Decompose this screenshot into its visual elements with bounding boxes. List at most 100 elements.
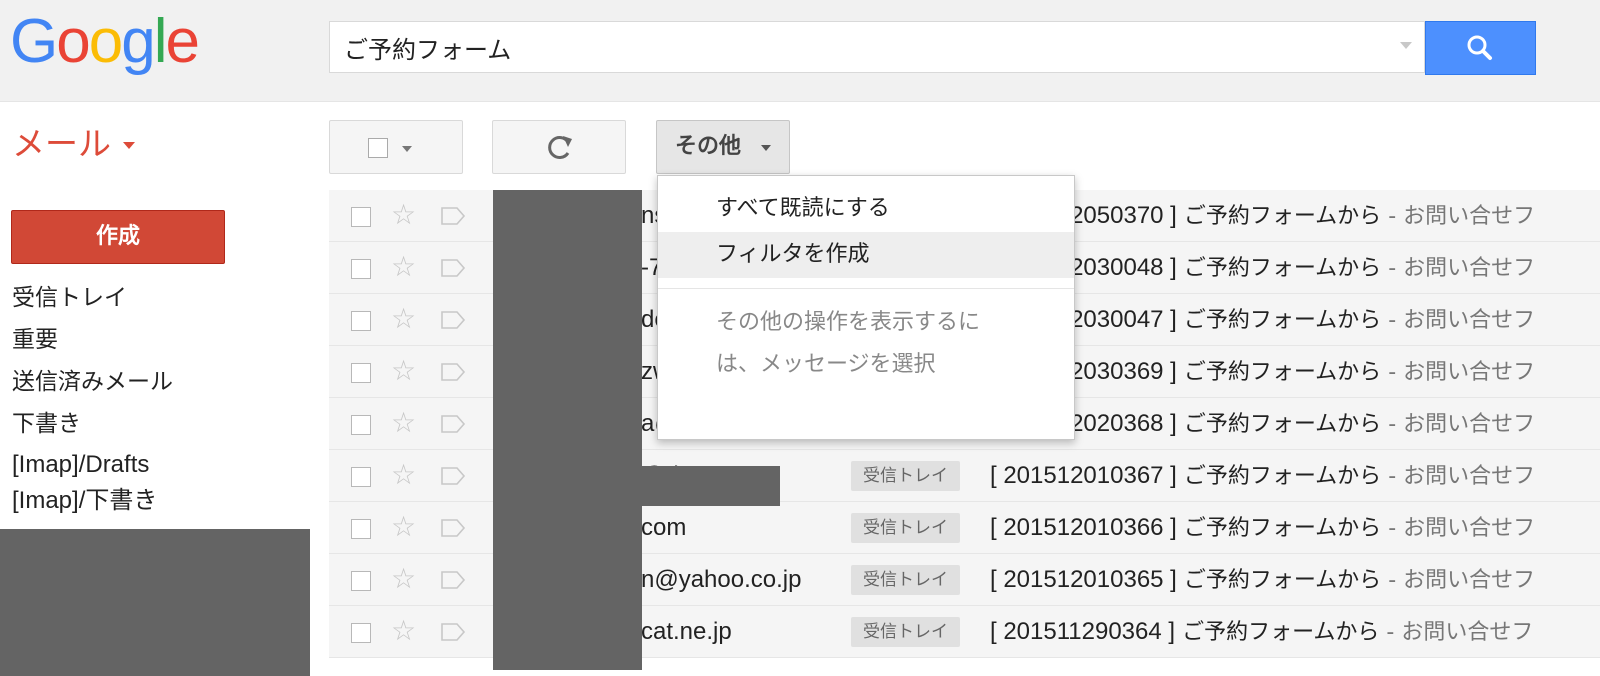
label-tag-icon[interactable]: [440, 570, 466, 590]
star-icon[interactable]: ☆: [391, 562, 416, 596]
checkbox-icon[interactable]: [351, 467, 371, 487]
refresh-icon: [548, 136, 572, 159]
message-sender: cat.ne.jp: [641, 618, 732, 645]
checkbox-icon: [368, 138, 388, 158]
checkbox-icon[interactable]: [351, 311, 371, 331]
inbox-label-badge[interactable]: 受信トレイ: [851, 617, 960, 647]
chevron-down-icon: [402, 146, 412, 152]
label-tag-icon[interactable]: [440, 622, 466, 642]
message-number: [ 201512010365 ]: [990, 566, 1177, 593]
search-box[interactable]: [329, 21, 1425, 73]
logo-letter: l: [153, 7, 168, 76]
checkbox-icon[interactable]: [351, 519, 371, 539]
checkbox-icon[interactable]: [351, 623, 371, 643]
message-subject-text: ご予約フォームから: [1183, 568, 1382, 593]
logo-letter: G: [10, 7, 58, 76]
message-subject-text: ご予約フォームから: [1183, 412, 1382, 437]
message-snippet: - お問い合せフ: [1388, 204, 1536, 229]
google-logo[interactable]: Google: [10, 2, 200, 82]
label-tag-icon[interactable]: [440, 362, 466, 382]
star-icon[interactable]: ☆: [391, 302, 416, 336]
message-subject-text: ご予約フォームから: [1183, 204, 1382, 229]
menu-hint-text: その他の操作を表示するには、メッセージを選択: [716, 310, 981, 377]
chevron-down-icon: [761, 145, 771, 151]
label-tag-icon[interactable]: [440, 414, 466, 434]
message-subject: [ 201512010365 ] ご予約フォームから - お問い合せフ: [990, 554, 1536, 605]
more-actions-label: その他: [675, 134, 742, 159]
menu-item-create-filter[interactable]: フィルタを作成: [658, 232, 1074, 278]
refresh-button[interactable]: [492, 120, 626, 174]
top-header: Google: [0, 0, 1600, 102]
checkbox-icon[interactable]: [351, 259, 371, 279]
message-sender: n@yahoo.co.jp: [641, 566, 802, 593]
inbox-label-badge[interactable]: 受信トレイ: [851, 461, 960, 491]
logo-letter: o: [56, 7, 91, 76]
star-icon[interactable]: ☆: [391, 406, 416, 440]
search-button[interactable]: [1425, 21, 1536, 75]
sidebar-item-drafts[interactable]: 下書き: [12, 406, 173, 448]
message-subject-text: ご予約フォームから: [1183, 464, 1382, 489]
message-snippet: - お問い合せフ: [1386, 620, 1534, 645]
star-icon[interactable]: ☆: [391, 510, 416, 544]
inbox-label-badge[interactable]: 受信トレイ: [851, 565, 960, 595]
message-subject-text: ご予約フォームから: [1183, 516, 1382, 541]
label-tag-icon[interactable]: [440, 466, 466, 486]
message-snippet: - お問い合せフ: [1388, 256, 1536, 281]
message-subject-text: ご予約フォームから: [1182, 620, 1380, 645]
redacted-area: [0, 529, 310, 676]
message-number: [ 201512010366 ]: [990, 514, 1177, 541]
message-snippet: - お問い合せフ: [1388, 568, 1536, 593]
star-icon[interactable]: ☆: [391, 354, 416, 388]
logo-letter: o: [88, 7, 124, 76]
inbox-label-badge[interactable]: 受信トレイ: [851, 513, 960, 543]
star-icon[interactable]: ☆: [391, 250, 416, 284]
more-actions-menu: すべて既読にする フィルタを作成 その他の操作を表示するには、メッセージを選択: [657, 175, 1075, 440]
logo-letter: g: [121, 7, 156, 76]
message-number: [ 201512010367 ]: [990, 462, 1177, 489]
sidebar-nav: 受信トレイ 重要 送信済みメール 下書き [Imap]/Drafts [Imap…: [12, 280, 173, 520]
label-tag-icon[interactable]: [440, 206, 466, 226]
logo-letter: e: [165, 7, 200, 76]
checkbox-icon[interactable]: [351, 415, 371, 435]
checkbox-icon[interactable]: [351, 207, 371, 227]
sidebar-item-imap-drafts[interactable]: [Imap]/Drafts: [12, 448, 173, 484]
search-options-dropdown-icon[interactable]: [1400, 42, 1412, 49]
mail-menu-label: メール: [12, 124, 111, 163]
message-snippet: - お問い合せフ: [1388, 360, 1536, 385]
chevron-down-icon: [123, 142, 135, 149]
label-tag-icon[interactable]: [440, 258, 466, 278]
star-icon[interactable]: ☆: [391, 198, 416, 232]
message-snippet: - お問い合せフ: [1388, 516, 1536, 541]
message-subject-text: ご予約フォームから: [1183, 360, 1382, 385]
mail-menu[interactable]: メール: [12, 120, 135, 168]
message-snippet: - お問い合せフ: [1388, 412, 1536, 437]
sidebar-item-important[interactable]: 重要: [12, 322, 173, 364]
message-snippet: - お問い合せフ: [1388, 308, 1536, 333]
label-tag-icon[interactable]: [440, 518, 466, 538]
checkbox-icon[interactable]: [351, 571, 371, 591]
menu-item-mark-all-read[interactable]: すべて既読にする: [658, 186, 1074, 232]
sidebar-item-imap-drafts-ja[interactable]: [Imap]/下書き: [12, 484, 173, 520]
select-all-button[interactable]: [329, 120, 463, 174]
message-subject: [ 201511290364 ] ご予約フォームから - お問い合せフ: [990, 606, 1534, 657]
label-tag-icon[interactable]: [440, 310, 466, 330]
redacted-area: [642, 466, 780, 506]
message-subject: [ 201512010367 ] ご予約フォームから - お問い合せフ: [990, 450, 1536, 501]
message-number: [ 201511290364 ]: [990, 618, 1176, 645]
more-actions-button[interactable]: その他: [656, 120, 790, 174]
message-snippet: - お問い合せフ: [1388, 464, 1536, 489]
message-sender: com: [641, 514, 687, 541]
message-subject-text: ご予約フォームから: [1183, 308, 1382, 333]
redacted-area: [493, 190, 642, 670]
sidebar-item-inbox[interactable]: 受信トレイ: [12, 280, 173, 322]
sidebar-item-sent[interactable]: 送信済みメール: [12, 364, 173, 406]
compose-button[interactable]: 作成: [11, 210, 225, 264]
checkbox-icon[interactable]: [351, 363, 371, 383]
menu-divider: [658, 288, 1074, 289]
message-subject-text: ご予約フォームから: [1183, 256, 1382, 281]
search-input[interactable]: [344, 22, 1364, 72]
star-icon[interactable]: ☆: [391, 458, 416, 492]
magnifier-icon: [1467, 35, 1492, 60]
star-icon[interactable]: ☆: [391, 614, 416, 648]
message-subject: [ 201512010366 ] ご予約フォームから - お問い合せフ: [990, 502, 1536, 553]
